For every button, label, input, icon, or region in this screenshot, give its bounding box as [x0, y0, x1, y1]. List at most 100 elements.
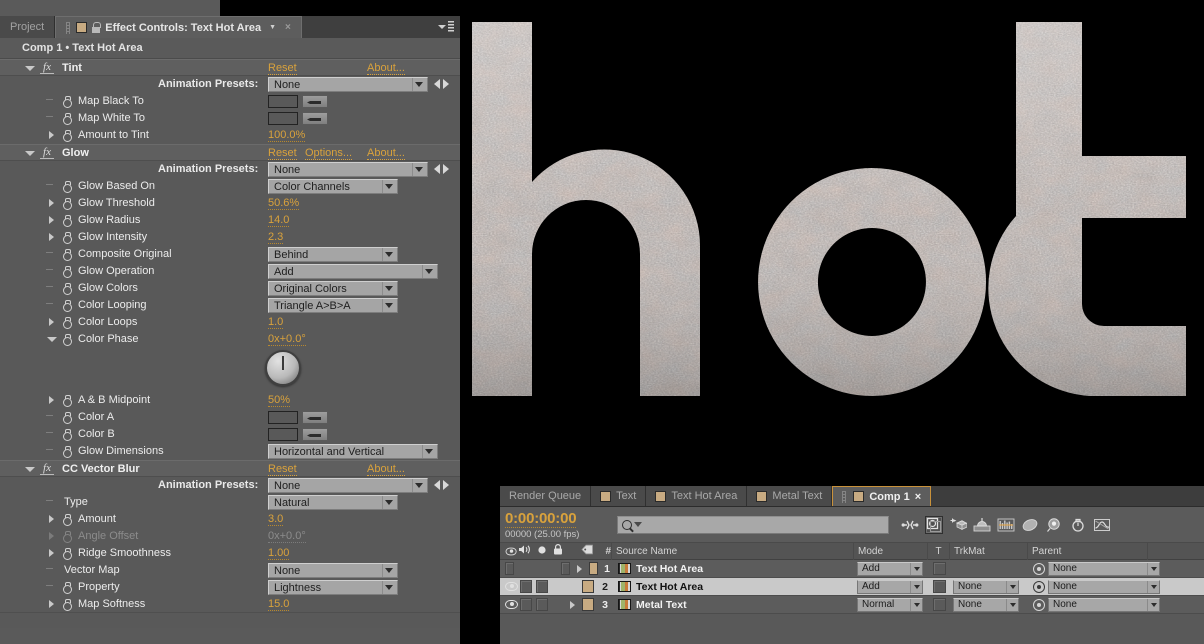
search-input[interactable] — [617, 515, 889, 534]
audio-toggle[interactable] — [520, 580, 533, 593]
eye-icon[interactable] — [505, 599, 518, 610]
stopwatch-icon[interactable] — [62, 96, 72, 108]
audio-icon[interactable] — [518, 544, 531, 558]
previous-preset-icon[interactable] — [434, 164, 440, 174]
solo-toggle[interactable] — [536, 580, 548, 593]
disclosure-triangle-icon[interactable] — [46, 395, 57, 406]
disclosure-triangle-icon[interactable] — [46, 198, 57, 209]
effect-header-glow[interactable]: fx Glow Reset Options... About... — [0, 144, 460, 161]
color-loops-value[interactable]: 1.0 — [268, 316, 284, 329]
stopwatch-icon[interactable] — [62, 317, 72, 329]
color-phase-value[interactable]: 0x+0.0° — [268, 333, 306, 346]
disclosure-triangle-icon[interactable] — [46, 334, 57, 345]
glow-radius-value[interactable]: 14.0 — [268, 214, 290, 227]
timeline-tab-text[interactable]: Text — [591, 486, 647, 506]
column-header-source-name[interactable]: Source Name — [612, 542, 854, 560]
trkmat-dropdown[interactable]: None — [953, 579, 1019, 594]
stopwatch-icon[interactable] — [62, 514, 72, 526]
layer-source-name[interactable]: Text Hot Area — [636, 581, 703, 593]
column-header-parent[interactable]: Parent — [1028, 542, 1148, 560]
stopwatch-icon[interactable] — [62, 582, 72, 594]
next-preset-icon[interactable] — [443, 164, 449, 174]
motion-graph-icon[interactable] — [1093, 516, 1111, 534]
disclosure-triangle-icon[interactable] — [46, 514, 57, 525]
column-header-trkmat[interactable]: TrkMat — [950, 542, 1028, 560]
composition-mini-flowchart-icon[interactable] — [901, 516, 919, 534]
disclosure-triangle-icon[interactable] — [46, 531, 57, 542]
preserve-transparency-toggle[interactable] — [932, 562, 946, 575]
layer-disclosure-triangle-icon[interactable] — [567, 600, 578, 609]
frame-blending-icon[interactable] — [1021, 516, 1039, 534]
timeline-tab-metal-text[interactable]: Metal Text — [747, 486, 833, 506]
reset-link[interactable]: Reset — [268, 147, 297, 160]
color-phase-dial[interactable] — [265, 350, 301, 386]
stopwatch-icon[interactable] — [62, 130, 72, 142]
stopwatch-icon[interactable] — [62, 249, 72, 261]
panel-menu-icon[interactable] — [438, 20, 454, 33]
layer-source-name[interactable]: Metal Text — [636, 599, 687, 611]
tab-effect-controls[interactable]: Effect Controls: Text Hot Area ▼ × — [55, 16, 302, 38]
stopwatch-icon[interactable] — [62, 198, 72, 210]
animation-presets-dropdown[interactable]: None — [268, 77, 428, 92]
stopwatch-icon[interactable] — [62, 181, 72, 193]
layer-source-name[interactable]: Text Hot Area — [636, 563, 703, 575]
parent-dropdown[interactable]: None — [1048, 579, 1160, 594]
eye-icon[interactable] — [505, 562, 514, 575]
ridge-smoothness-value[interactable]: 1.00 — [268, 547, 290, 560]
lock-icon[interactable] — [553, 544, 563, 558]
timeline-tab-comp-1[interactable]: Comp 1 × — [832, 486, 932, 506]
about-link[interactable]: About... — [367, 147, 405, 160]
stopwatch-icon[interactable] — [62, 531, 72, 543]
disclosure-triangle-icon[interactable] — [46, 215, 57, 226]
timeline-tab-text-hot-area[interactable]: Text Hot Area — [646, 486, 748, 506]
glow-intensity-value[interactable]: 2.3 — [268, 231, 284, 244]
audio-toggle[interactable] — [520, 598, 533, 611]
stopwatch-icon[interactable] — [62, 548, 72, 560]
label-icon[interactable] — [581, 544, 594, 558]
close-icon[interactable]: × — [285, 22, 291, 33]
stopwatch-icon[interactable] — [62, 412, 72, 424]
reset-link[interactable]: Reset — [268, 62, 297, 75]
trkmat-dropdown[interactable]: None — [953, 597, 1019, 612]
about-link[interactable]: About... — [367, 62, 405, 75]
stopwatch-icon[interactable] — [62, 446, 72, 458]
stopwatch-icon[interactable] — [62, 395, 72, 407]
preserve-transparency-toggle[interactable] — [932, 598, 946, 611]
preset-nav-arrows[interactable] — [434, 79, 449, 89]
column-header-t[interactable]: T — [928, 542, 950, 560]
previous-preset-icon[interactable] — [434, 79, 440, 89]
stopwatch-icon[interactable] — [62, 283, 72, 295]
parent-dropdown[interactable]: None — [1048, 597, 1160, 612]
glow-dimensions-dropdown[interactable]: Horizontal and Vertical — [268, 444, 438, 459]
stopwatch-icon[interactable] — [62, 113, 72, 125]
disclosure-triangle-icon[interactable] — [46, 232, 57, 243]
type-dropdown[interactable]: Natural — [268, 495, 398, 510]
parent-dropdown[interactable]: None — [1048, 561, 1160, 576]
glow-operation-dropdown[interactable]: Add — [268, 264, 438, 279]
layer-disclosure-triangle-icon[interactable] — [574, 564, 585, 573]
solo-icon[interactable] — [537, 545, 547, 558]
color-looping-dropdown[interactable]: Triangle A>B>A — [268, 298, 398, 313]
shy-icon[interactable] — [1045, 516, 1063, 534]
disclosure-triangle-icon[interactable] — [46, 130, 57, 141]
layer-label-swatch[interactable] — [582, 580, 594, 593]
eyedropper-icon[interactable] — [302, 411, 328, 424]
property-dropdown[interactable]: Lightness — [268, 580, 398, 595]
glow-colors-dropdown[interactable]: Original Colors — [268, 281, 398, 296]
preserve-transparency-toggle[interactable] — [932, 580, 946, 593]
next-preset-icon[interactable] — [443, 480, 449, 490]
draft-3d-icon[interactable] — [925, 515, 943, 534]
next-preset-icon[interactable] — [443, 79, 449, 89]
amount-to-tint-value[interactable]: 100.0% — [268, 129, 306, 142]
blend-mode-dropdown[interactable]: Normal — [857, 597, 923, 612]
eye-icon[interactable] — [505, 546, 517, 555]
eyedropper-icon[interactable] — [302, 95, 328, 108]
table-row[interactable]: 2 Text Hot Area Add None None — [500, 578, 1204, 596]
disclosure-triangle-icon[interactable] — [24, 464, 35, 475]
timecode[interactable]: 0:00:00:00 — [505, 510, 577, 528]
chevron-down-icon[interactable] — [634, 522, 642, 527]
table-row[interactable]: 3 Metal Text Normal None None — [500, 596, 1204, 614]
disclosure-triangle-icon[interactable] — [46, 548, 57, 559]
current-time-display[interactable]: 0:00:00:00 00000 (25.00 fps) — [505, 510, 609, 540]
timeline-tab-render-queue[interactable]: Render Queue — [500, 486, 592, 506]
